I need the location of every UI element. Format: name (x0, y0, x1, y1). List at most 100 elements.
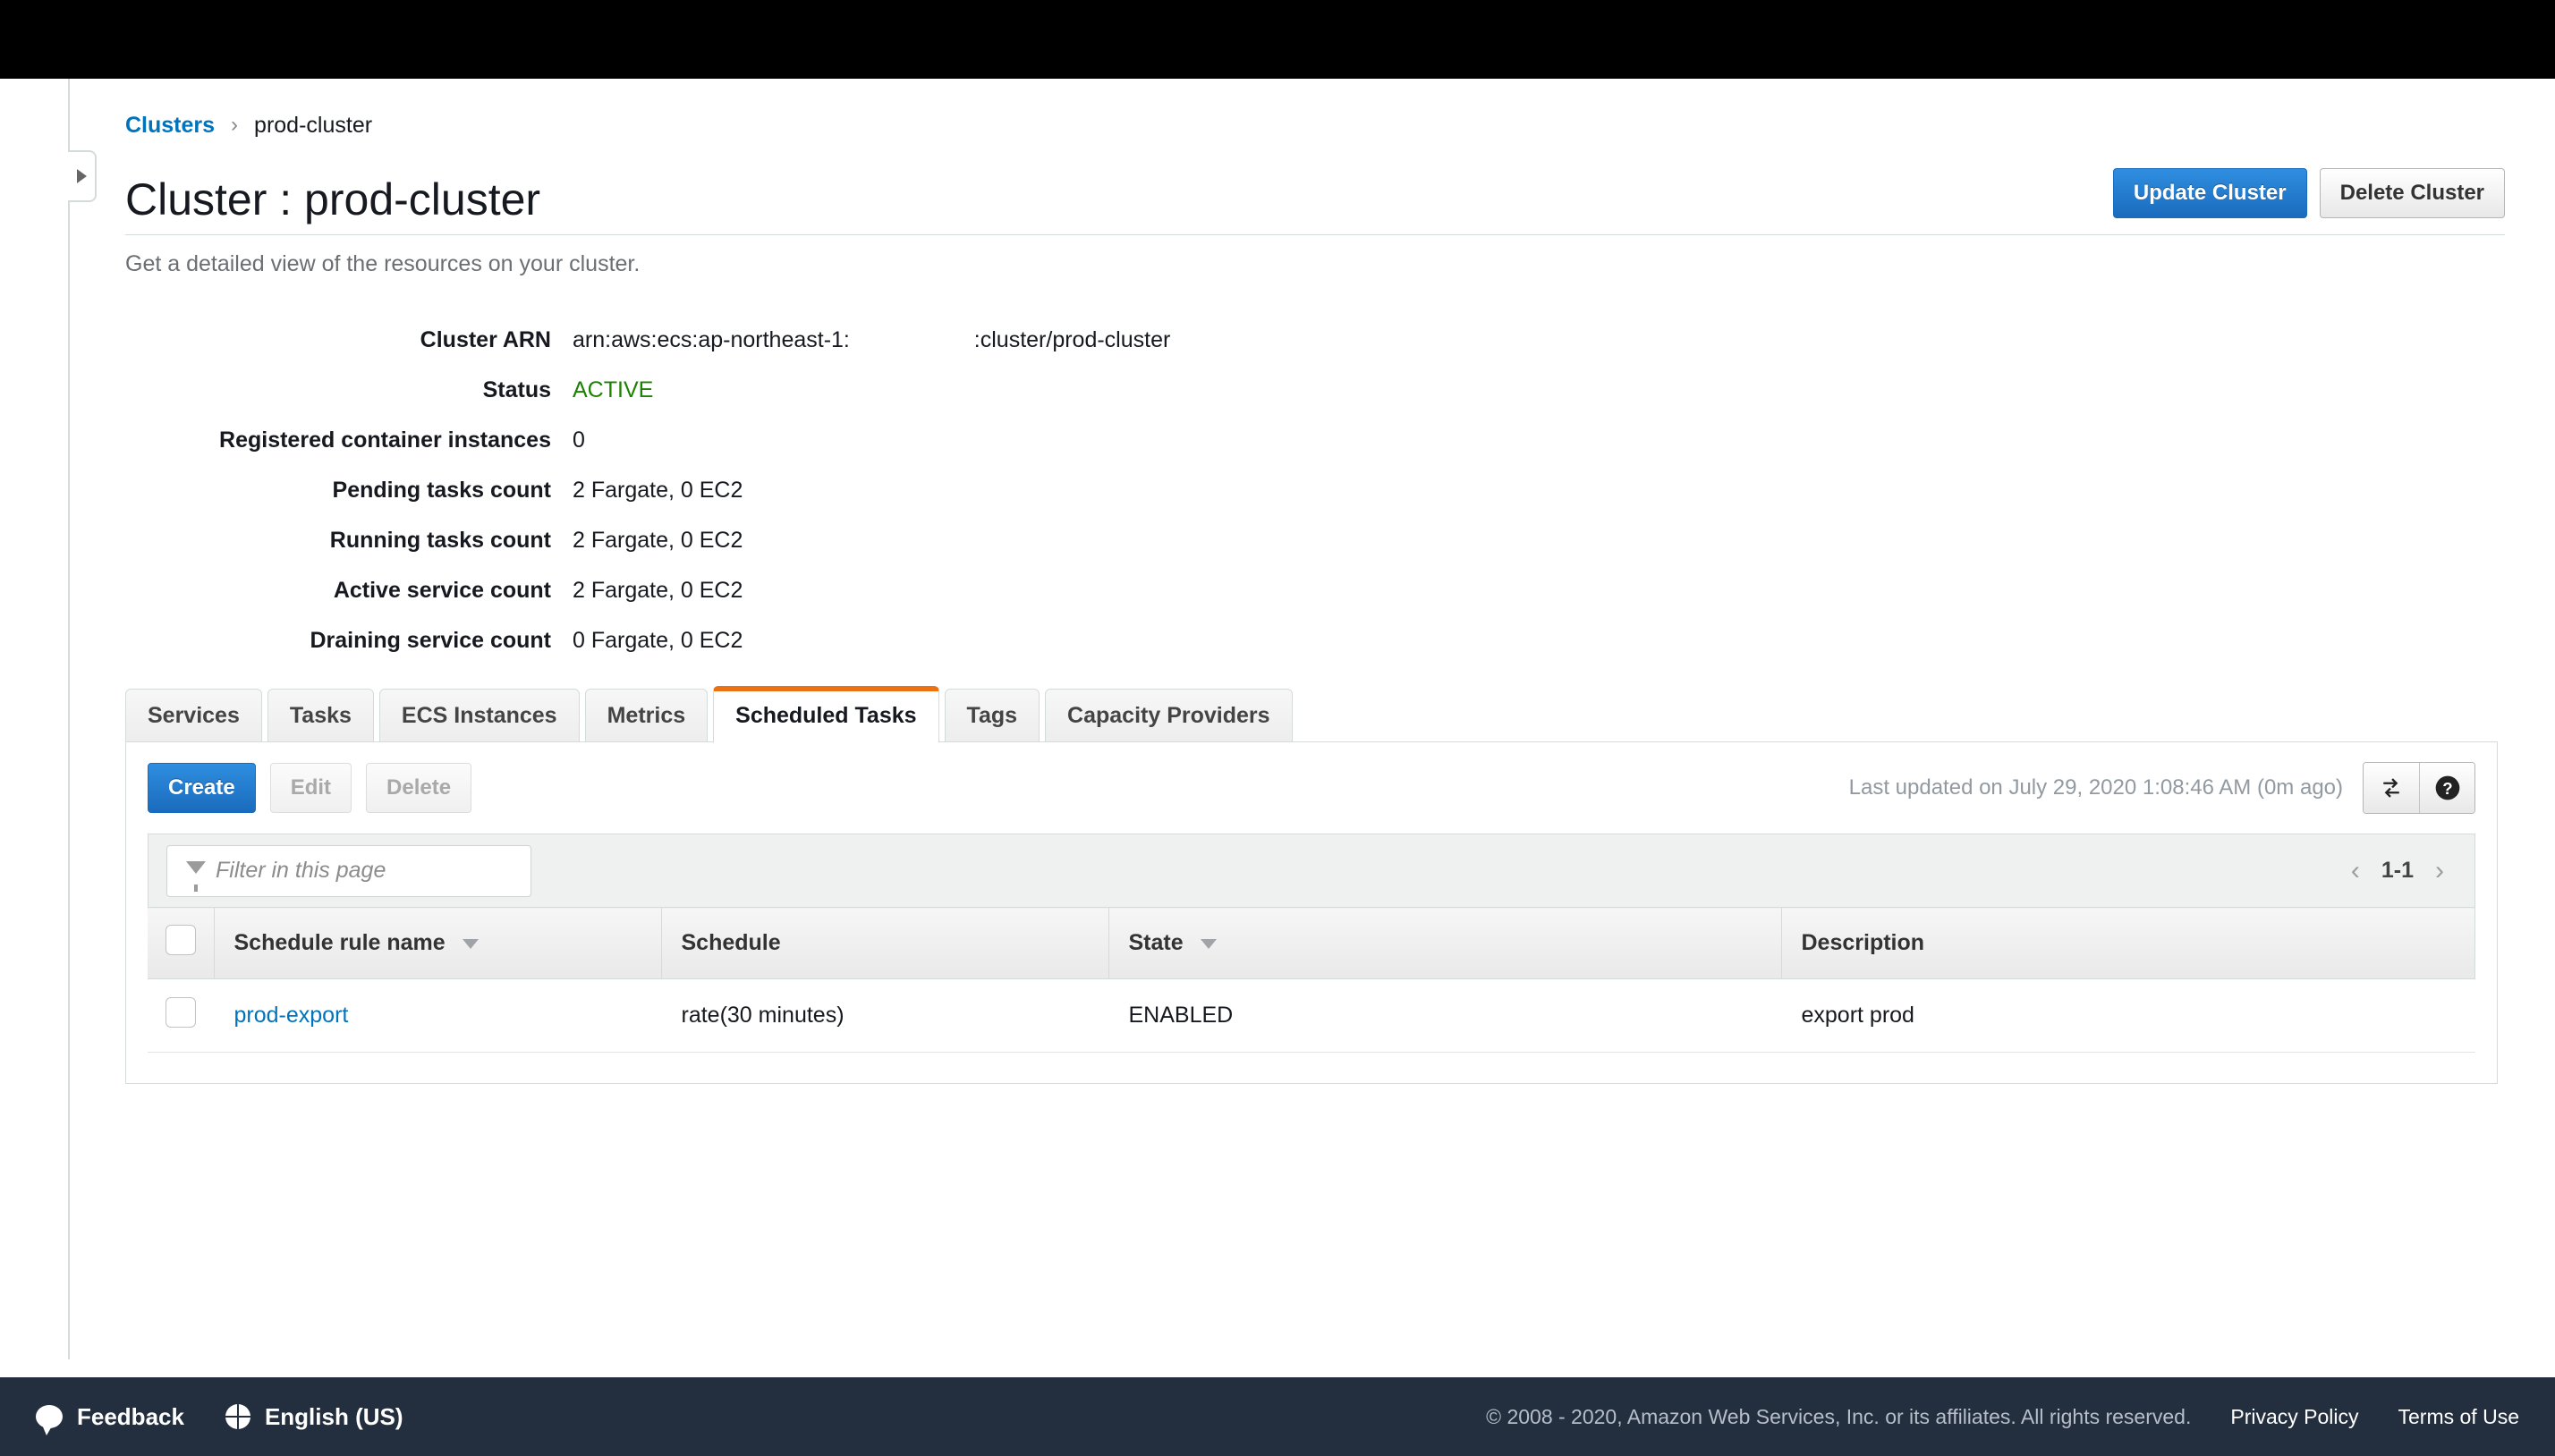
table-head: Schedule rule name Schedule State Descri… (148, 908, 2475, 979)
delete-cluster-button[interactable]: Delete Cluster (2320, 168, 2505, 218)
sort-descending-icon (1201, 939, 1217, 949)
page-header-row: Cluster : prod-cluster Update Cluster De… (125, 168, 2505, 222)
tab-tags[interactable]: Tags (945, 689, 1040, 742)
help-button[interactable]: ? (2419, 763, 2474, 813)
detail-label: Active service count (125, 578, 573, 604)
tab-ecs-instances[interactable]: ECS Instances (379, 689, 580, 742)
help-icon: ? (2433, 774, 2462, 802)
column-label: Description (1802, 930, 1925, 955)
page-title: Cluster : prod-cluster (125, 177, 540, 222)
refresh-icon (2379, 775, 2404, 800)
tab-bar: Services Tasks ECS Instances Metrics Sch… (125, 686, 2505, 742)
page-footer: Feedback English (US) © 2008 - 2020, Ama… (0, 1377, 2555, 1456)
row-checkbox[interactable] (166, 997, 196, 1028)
table-header-select-all (148, 908, 214, 979)
detail-label: Pending tasks count (125, 478, 573, 504)
status-badge: ACTIVE (573, 377, 653, 403)
aws-top-navigation-bar (0, 0, 2555, 79)
detail-row-active-service-count: Active service count 2 Fargate, 0 EC2 (125, 578, 2415, 604)
schedule-rule-link[interactable]: prod-export (234, 1003, 349, 1028)
detail-value: arn:aws:ecs:ap-northeast-1: :cluster/pro… (573, 327, 1170, 353)
filter-input-wrapper (166, 845, 531, 897)
detail-label: Running tasks count (125, 528, 573, 554)
table-header-schedule[interactable]: Schedule (661, 908, 1108, 979)
pagination-next-button[interactable]: › (2435, 858, 2444, 885)
column-label: Schedule rule name (234, 930, 446, 955)
panel-icon-button-group: ? (2363, 762, 2475, 814)
detail-label: Cluster ARN (125, 327, 573, 353)
language-selector[interactable]: English (US) (225, 1403, 403, 1431)
page-header-actions: Update Cluster Delete Cluster (2113, 168, 2505, 222)
table-body: prod-export rate(30 minutes) ENABLED exp… (148, 979, 2475, 1053)
scheduled-tasks-panel: Create Edit Delete Last updated on July … (125, 741, 2498, 1084)
detail-value: 2 Fargate, 0 EC2 (573, 478, 743, 504)
language-label: English (US) (265, 1403, 403, 1431)
detail-row-registered-container-instances: Registered container instances 0 (125, 427, 2415, 453)
cluster-details-list: Cluster ARN arn:aws:ecs:ap-northeast-1: … (125, 327, 2415, 654)
panel-toolbar: Create Edit Delete Last updated on July … (148, 762, 2475, 814)
pagination-prev-button[interactable]: ‹ (2351, 858, 2360, 885)
chevron-right-icon (77, 169, 87, 183)
row-select-cell (148, 979, 214, 1053)
sort-descending-icon (463, 939, 479, 949)
detail-label: Registered container instances (125, 427, 573, 453)
table-header-row: Schedule rule name Schedule State Descri… (148, 908, 2475, 979)
detail-value: 0 (573, 427, 585, 453)
main-content: Clusters › prod-cluster Cluster : prod-c… (125, 79, 2505, 1084)
privacy-policy-link[interactable]: Privacy Policy (2230, 1405, 2358, 1429)
title-divider (125, 234, 2505, 235)
tab-scheduled-tasks[interactable]: Scheduled Tasks (713, 686, 938, 743)
breadcrumb: Clusters › prod-cluster (125, 104, 2505, 147)
detail-row-cluster-arn: Cluster ARN arn:aws:ecs:ap-northeast-1: … (125, 327, 2415, 353)
detail-value: 2 Fargate, 0 EC2 (573, 528, 743, 554)
create-button[interactable]: Create (148, 763, 256, 813)
update-cluster-button[interactable]: Update Cluster (2113, 168, 2307, 218)
cell-state: ENABLED (1108, 979, 1781, 1053)
cell-schedule-rule-name: prod-export (214, 979, 661, 1053)
table-filter-bar: ‹ 1-1 › (148, 834, 2475, 907)
detail-row-draining-service-count: Draining service count 0 Fargate, 0 EC2 (125, 628, 2415, 654)
breadcrumb-link-clusters[interactable]: Clusters (125, 113, 215, 139)
breadcrumb-current: prod-cluster (254, 113, 372, 139)
detail-label: Draining service count (125, 628, 573, 654)
table-header-state[interactable]: State (1108, 908, 1781, 979)
panel-toolbar-status: Last updated on July 29, 2020 1:08:46 AM… (1849, 762, 2475, 814)
tab-capacity-providers[interactable]: Capacity Providers (1045, 689, 1293, 742)
tab-metrics[interactable]: Metrics (585, 689, 709, 742)
speech-bubble-icon (36, 1405, 63, 1428)
table-header-description[interactable]: Description (1781, 908, 2475, 979)
copyright-text: © 2008 - 2020, Amazon Web Services, Inc.… (1486, 1405, 2191, 1429)
tab-tasks[interactable]: Tasks (267, 689, 374, 742)
table-row[interactable]: prod-export rate(30 minutes) ENABLED exp… (148, 979, 2475, 1053)
select-all-checkbox[interactable] (166, 925, 196, 955)
column-label: Schedule (682, 930, 781, 955)
scheduled-tasks-table: Schedule rule name Schedule State Descri… (148, 907, 2475, 1053)
sidebar-divider (68, 79, 70, 1359)
refresh-button[interactable] (2364, 763, 2419, 813)
tab-services[interactable]: Services (125, 689, 262, 742)
footer-right-group: © 2008 - 2020, Amazon Web Services, Inc.… (1486, 1405, 2519, 1429)
detail-value: 0 Fargate, 0 EC2 (573, 628, 743, 654)
edit-button[interactable]: Edit (270, 763, 352, 813)
page-subtitle: Get a detailed view of the resources on … (125, 251, 2505, 277)
globe-icon (225, 1404, 250, 1429)
detail-value: 2 Fargate, 0 EC2 (573, 578, 743, 604)
panel-toolbar-actions: Create Edit Delete (148, 763, 471, 813)
feedback-button[interactable]: Feedback (36, 1403, 184, 1431)
cell-schedule: rate(30 minutes) (661, 979, 1108, 1053)
detail-row-pending-tasks-count: Pending tasks count 2 Fargate, 0 EC2 (125, 478, 2415, 504)
detail-label: Status (125, 377, 573, 403)
pagination-range: 1-1 (2381, 858, 2414, 884)
sidebar-expand-toggle[interactable] (68, 150, 97, 202)
delete-button[interactable]: Delete (366, 763, 471, 813)
column-label: State (1129, 930, 1184, 955)
last-updated-text: Last updated on July 29, 2020 1:08:46 AM… (1849, 775, 2343, 800)
cell-description: export prod (1781, 979, 2475, 1053)
terms-of-use-link[interactable]: Terms of Use (2398, 1405, 2519, 1429)
detail-row-running-tasks-count: Running tasks count 2 Fargate, 0 EC2 (125, 528, 2415, 554)
svg-text:?: ? (2442, 779, 2452, 798)
pagination: ‹ 1-1 › (2351, 858, 2458, 885)
breadcrumb-separator: › (231, 113, 238, 138)
table-header-schedule-rule-name[interactable]: Schedule rule name (214, 908, 661, 979)
filter-input[interactable] (166, 845, 531, 897)
